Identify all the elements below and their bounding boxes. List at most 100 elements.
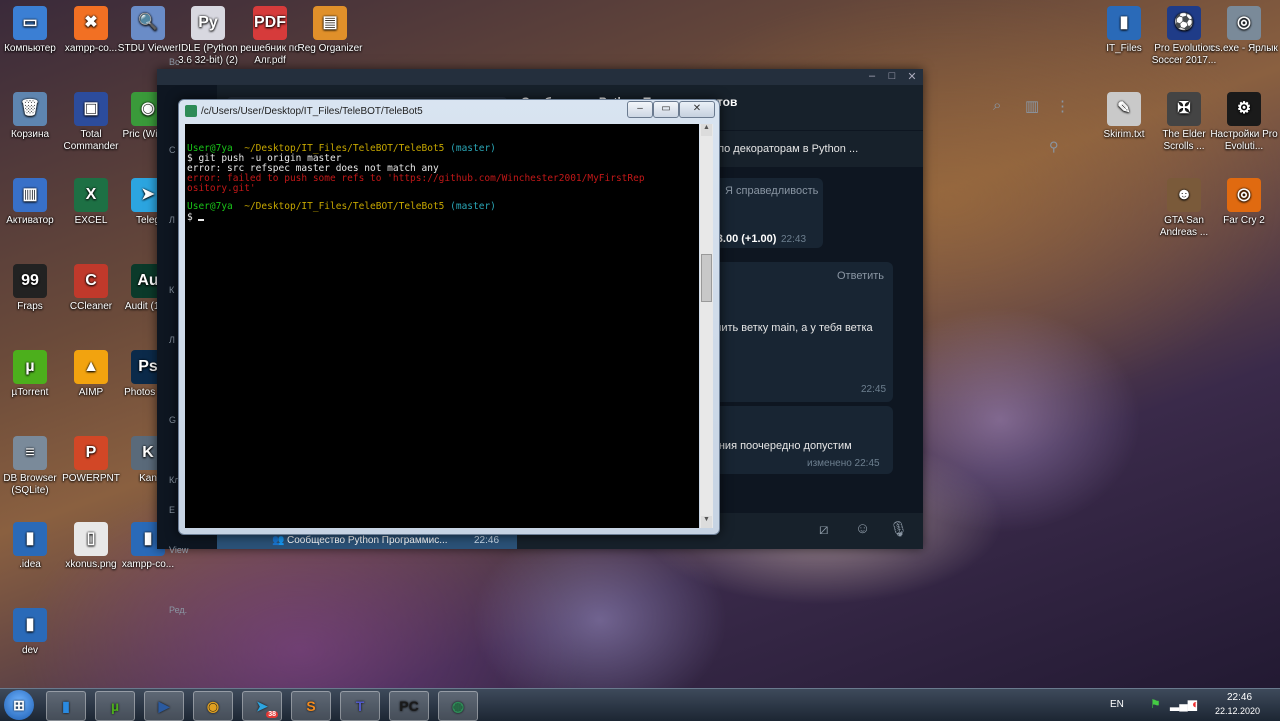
folder-label[interactable]: С [169,145,176,155]
desktop-icon-label: cs.exe - Ярлык [1210,43,1278,54]
language-indicator[interactable]: EN [1110,699,1124,710]
desktop-icon[interactable]: ▮ .idea [0,522,64,571]
git-bash-window[interactable]: /c/Users/User/Desktop/IT_Files/TeleBOT/T… [178,99,720,535]
minimize-button[interactable]: – [627,101,653,118]
desktop-icon[interactable]: ▮ IT_Files [1090,6,1158,55]
desktop-icon[interactable]: ≡ DB Browser (SQLite) [0,436,64,497]
message-bubble[interactable]: Ответить ушить ветку main, а у тебя ветк… [707,262,893,402]
telegram-taskbar-button[interactable]: ➤ 38 [242,691,282,721]
folder-label[interactable]: G [169,415,176,425]
desktop-icon[interactable]: PDF решебник по Алг.pdf [236,6,304,67]
desktop-icon[interactable]: ▭ Компьютер [0,6,64,55]
active-chat-row[interactable]: 👥 Сообщество Python Программис... 22:46 [217,533,517,549]
desktop-icon[interactable]: 🔍 STDU Viewer [114,6,182,55]
minimize-icon[interactable]: – [863,70,881,82]
network-icon[interactable]: ◐ [1192,697,1199,711]
message-name-tag: Я справедливость [725,185,819,197]
pycharm-icon: PC [399,698,419,714]
scroll-up-icon[interactable]: ▲ [701,124,712,136]
desktop-icon-label: STDU Viewer [117,43,179,54]
windows-start-taskbar-button[interactable]: ⊞ [4,690,34,720]
folder-icon: ▮ [13,522,47,556]
folder-icon: ▮ [13,608,47,642]
message-time: 22:45 [861,384,887,395]
folder-label[interactable]: Л [169,215,175,225]
clock-date[interactable]: 22.12.2020 [1215,706,1260,716]
recycle-bin-icon: 🗑 [13,92,47,126]
ccleaner-icon: C [74,264,108,298]
desktop-icon-label: Far Cry 2 [1223,215,1265,226]
desktop-icon-label: Настройки Pro Evoluti... [1210,129,1278,152]
prompt-branch: (master) [450,143,496,154]
desktop-icon-label: Компьютер [4,43,56,54]
desktop-icon[interactable]: Py IDLE (Python 3.6 32-bit) (2) [174,6,242,67]
folder-label[interactable]: View [169,545,188,555]
flag-icon[interactable]: ⚑ [1150,697,1161,711]
sublime-taskbar-button[interactable]: S [291,691,331,721]
pinned-text: о по декораторам в Python ... [709,143,859,155]
close-icon[interactable]: ✕ [903,70,921,83]
teams-taskbar-button[interactable]: T [340,691,380,721]
command-icon[interactable]: ⧄ [819,521,829,538]
git-bash-icon: ◍ [451,697,465,714]
desktop-icon[interactable]: ◎ cs.exe - Ярлык [1210,6,1278,55]
desktop-icon-label: The Elder Scrolls ... [1162,129,1206,152]
reply-button[interactable]: Ответить [837,270,884,282]
desktop-icon[interactable]: ▤ Reg Organizer [296,6,364,55]
folder-label[interactable]: Л [169,335,175,345]
message-bubble[interactable]: чения поочередно допустим изменено 22:45 [707,406,893,474]
folder-label[interactable]: Е [169,505,175,515]
stdu-viewer-icon: 🔍 [131,6,165,40]
desktop-icon[interactable]: ▥ Активатор [0,178,64,227]
search-icon[interactable]: ⌕ [993,97,1001,114]
folder-label[interactable]: Ред. [169,605,187,615]
maximize-icon[interactable]: □ [883,70,901,82]
utorrent-icon: µ [110,698,120,714]
folder-label[interactable]: К [169,285,174,295]
reg-organizer-icon: ▤ [313,6,347,40]
pin-icon[interactable]: ⚲ [1049,139,1059,155]
desktop-icon[interactable]: 99 Fraps [0,264,64,313]
floppy-icon: ▣ [74,92,108,126]
media-player-taskbar-button[interactable]: ▶ [144,691,184,721]
desktop-icon[interactable]: 🗑 Корзина [0,92,64,141]
close-button[interactable]: ✕ [679,101,715,118]
folder-label[interactable]: Вс [169,57,180,67]
maximize-button[interactable]: ▭ [653,101,679,118]
desktop-icon[interactable]: ✠ The Elder Scrolls ... [1150,92,1218,153]
emoji-icon[interactable]: ☺ [855,520,870,537]
desktop-icon[interactable]: ⚙ Настройки Pro Evoluti... [1210,92,1278,153]
image-file-icon: ▯ [74,522,108,556]
scroll-thumb[interactable] [701,254,712,302]
desktop-icon[interactable]: ⚽ Pro Evolution Soccer 2017... [1150,6,1218,67]
message-bubble[interactable]: Я справедливость о 3.00 (+1.00) 22:43 [707,178,823,248]
desktop-icon[interactable]: µ µTorrent [0,350,64,399]
active-chat-name: Сообщество Python Программис... [287,535,448,546]
explorer-taskbar-button[interactable]: ▮ [46,691,86,721]
desktop-icon[interactable]: ▮ dev [0,608,64,657]
clock-time[interactable]: 22:46 [1227,692,1252,703]
desktop-icon-label: xampp-co... [121,559,175,570]
message-time: изменено 22:45 [807,458,880,469]
prompt-dollar: $ [187,213,205,223]
message-time: 22:43 [781,234,807,245]
aimp-icon: ▲ [74,350,108,384]
desktop-icon[interactable]: ◎ Far Cry 2 [1210,178,1278,227]
git-bash-taskbar-button[interactable]: ◍ [438,691,478,721]
desktop-icon[interactable]: ☻ GTA San Andreas ... [1150,178,1218,239]
chrome-taskbar-button[interactable]: ◉ [193,691,233,721]
more-icon[interactable]: ⋮ [1055,97,1070,115]
pycharm-taskbar-button[interactable]: PC [389,691,429,721]
telegram-titlebar[interactable]: – □ ✕ [157,69,923,85]
desktop-icon-label: Pro Evolution Soccer 2017... [1151,43,1217,66]
teams-icon: T [355,698,365,714]
scroll-down-icon[interactable]: ▼ [701,516,712,528]
pes-settings-icon: ⚙ [1227,92,1261,126]
utorrent-taskbar-button[interactable]: µ [95,691,135,721]
terminal-scrollbar[interactable]: ▲ ▼ [700,124,713,528]
sidebar-toggle-icon[interactable]: ▥ [1025,97,1039,115]
microphone-icon[interactable]: 🎙 [889,520,908,538]
desktop-icon[interactable]: ✎ Skirim.txt [1090,92,1158,141]
terminal-output[interactable]: User@7ya ~/Desktop/IT_Files/TeleBOT/Tele… [185,124,699,528]
powerpoint-icon: P [74,436,108,470]
